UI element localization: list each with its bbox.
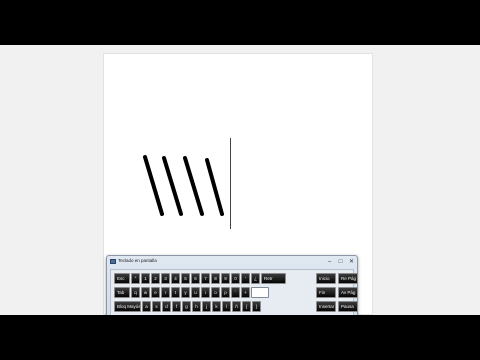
key-a[interactable]: a (142, 301, 151, 312)
key-symbol-0-1[interactable]: ° (131, 273, 140, 284)
minimize-button[interactable]: – (325, 258, 334, 266)
keyboard-keys: Esc ° 1 2 3 4 5 6 7 8 9 0 ' ¿ Retr Inicio Re Pág Tab q w e r t… (110, 269, 358, 315)
desktop-area: Teclado en pantalla – □ ✕ Esc ° 1 2 3 4 5 6 7 8 9 0… (0, 45, 480, 315)
handwritten-strokes (143, 155, 224, 216)
key-re-p-g[interactable]: Re Pág (338, 273, 358, 284)
key-i[interactable]: i (201, 287, 210, 298)
key-fin[interactable]: Fin (316, 287, 336, 298)
key-t[interactable]: t (171, 287, 180, 298)
key-symbol-1-12[interactable]: + (241, 287, 250, 298)
key-symbol-2-12[interactable]: } (252, 301, 261, 312)
key-6[interactable]: 6 (191, 273, 200, 284)
title-bar[interactable]: Teclado en pantalla – □ ✕ (107, 256, 357, 268)
key-tab[interactable]: Tab (114, 287, 130, 298)
key-h[interactable]: h (192, 301, 201, 312)
key-y[interactable]: y (181, 287, 190, 298)
key-8[interactable]: 8 (211, 273, 220, 284)
text-cursor (230, 138, 231, 229)
maximize-button[interactable]: □ (336, 258, 345, 266)
key-w[interactable]: w (141, 287, 150, 298)
key-3[interactable]: 3 (161, 273, 170, 284)
key-pausa[interactable]: Pausa (338, 301, 358, 312)
keyboard-icon (110, 259, 116, 264)
key-bloq-may-s[interactable]: Bloq Mayús (114, 301, 141, 312)
key-ñ[interactable]: ñ (232, 301, 241, 312)
key-inicio[interactable]: Inicio (316, 273, 336, 284)
key-f[interactable]: f (172, 301, 181, 312)
key-symbol-2-11[interactable]: { (242, 301, 251, 312)
key-q[interactable]: q (131, 287, 140, 298)
key-insertar[interactable]: Insertar (316, 301, 336, 312)
key-2[interactable]: 2 (151, 273, 160, 284)
key-symbol-1-11[interactable]: ´ (231, 287, 240, 298)
close-button[interactable]: ✕ (347, 258, 356, 266)
key-s[interactable]: s (152, 301, 161, 312)
key-symbol-0-12[interactable]: ' (241, 273, 250, 284)
key-k[interactable]: k (212, 301, 221, 312)
key-g[interactable]: g (182, 301, 191, 312)
key-esc[interactable]: Esc (114, 273, 130, 284)
key-7[interactable]: 7 (201, 273, 210, 284)
key-e[interactable]: e (151, 287, 160, 298)
key-symbol-0-13[interactable]: ¿ (251, 273, 260, 284)
key-u[interactable]: u (191, 287, 200, 298)
key-1[interactable]: 1 (141, 273, 150, 284)
key-retr[interactable]: Retr (261, 273, 286, 284)
key-d[interactable]: d (162, 301, 171, 312)
key-0[interactable]: 0 (231, 273, 240, 284)
key-9[interactable]: 9 (221, 273, 230, 284)
key-o[interactable]: o (211, 287, 220, 298)
key-enter[interactable] (251, 287, 269, 298)
key-r[interactable]: r (161, 287, 170, 298)
key-p[interactable]: p (221, 287, 230, 298)
key-4[interactable]: 4 (171, 273, 180, 284)
on-screen-keyboard-window[interactable]: Teclado en pantalla – □ ✕ Esc ° 1 2 3 4 5 6 7 8 9 0… (106, 255, 358, 315)
key-av-p-g[interactable]: Av Pág (338, 287, 358, 298)
window-title: Teclado en pantalla (118, 258, 157, 263)
key-j[interactable]: j (202, 301, 211, 312)
key-l[interactable]: l (222, 301, 231, 312)
key-5[interactable]: 5 (181, 273, 190, 284)
